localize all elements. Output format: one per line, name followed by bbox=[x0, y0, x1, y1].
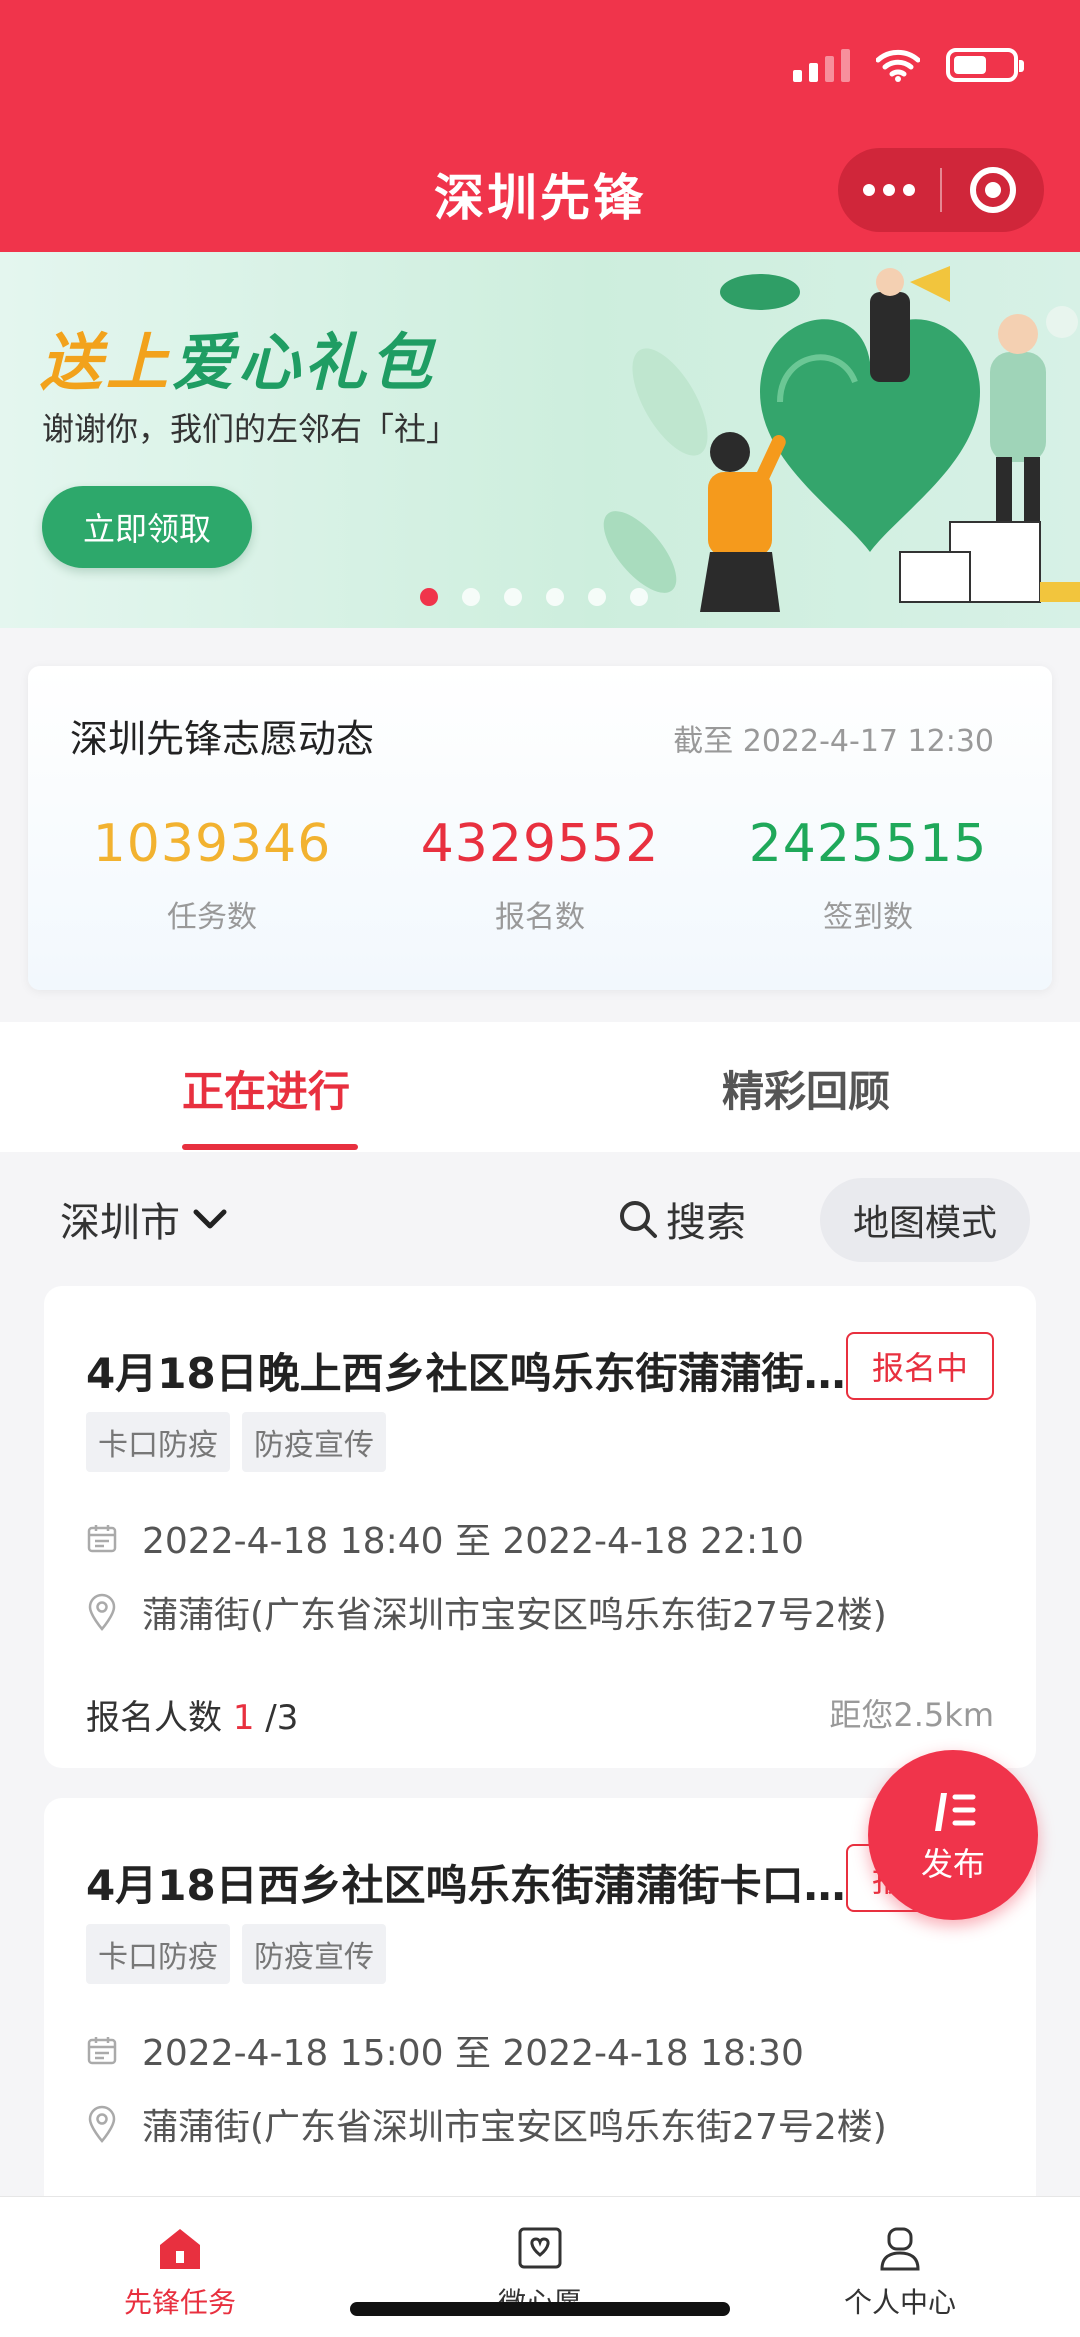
task-time: 2022-4-18 15:00 至 2022-4-18 18:30 bbox=[142, 2033, 804, 2074]
task-card[interactable]: 4月18日晚上西乡社区鸣乐东街蒲蒲街卡口防疫 报名中 卡口防疫 防疫宣传 202… bbox=[44, 1286, 1036, 1768]
tab-review[interactable]: 精彩回顾 bbox=[722, 1058, 890, 1119]
app-header: 深圳先锋 bbox=[0, 0, 1080, 252]
task-address-row: 蒲蒲街(广东省深圳市宝安区鸣乐东街27号2楼) bbox=[86, 2098, 887, 2150]
stat-value: 4329552 bbox=[420, 814, 660, 874]
task-tag: 防疫宣传 bbox=[242, 1924, 386, 1984]
task-tags: 卡口防疫 防疫宣传 bbox=[86, 1924, 386, 1984]
stat-label: 任务数 bbox=[167, 900, 257, 935]
map-mode-button[interactable]: 地图模式 bbox=[820, 1178, 1030, 1262]
close-miniapp-button[interactable] bbox=[942, 148, 1044, 232]
publish-label: 发布 bbox=[920, 1845, 985, 1883]
tab-ongoing[interactable]: 正在进行 bbox=[182, 1058, 350, 1119]
stat-signups: 4329552 报名数 bbox=[390, 814, 690, 936]
volunteer-stats-card: 深圳先锋志愿动态 截至 2022-4-17 12:30 1039346 任务数 … bbox=[28, 666, 1052, 990]
banner-dot[interactable] bbox=[504, 588, 522, 606]
location-pin-icon bbox=[88, 2105, 116, 2143]
edit-list-icon bbox=[935, 1793, 976, 1831]
banner-title: 送上爱心礼包 bbox=[40, 326, 437, 399]
banner-subtitle: 谢谢你，我们的左邻右「社」 bbox=[42, 410, 459, 448]
chevron-down-icon bbox=[193, 1209, 227, 1229]
task-tabs: 正在进行 精彩回顾 bbox=[0, 1022, 1080, 1152]
more-options-icon[interactable] bbox=[838, 148, 940, 232]
signup-count: 报名人数 1 /3 bbox=[86, 1690, 298, 1739]
filter-bar: 深圳市 搜索 地图模式 bbox=[0, 1152, 1080, 1282]
publish-button[interactable]: 发布 bbox=[868, 1750, 1038, 1920]
search-icon bbox=[620, 1201, 657, 1238]
stats-updated-time: 截至 2022-4-17 12:30 bbox=[673, 724, 994, 759]
city-selector[interactable]: 深圳市 bbox=[60, 1190, 228, 1248]
task-tags: 卡口防疫 防疫宣传 bbox=[86, 1412, 386, 1472]
stat-tasks: 1039346 任务数 bbox=[62, 814, 362, 936]
claim-gift-button[interactable]: 立即领取 bbox=[42, 486, 252, 568]
signup-current: 1 bbox=[232, 1698, 255, 1738]
task-title: 4月18日西乡社区鸣乐东街蒲蒲街卡口防疫 bbox=[86, 1861, 866, 1910]
active-tab-indicator bbox=[182, 1144, 358, 1150]
status-badge: 报名中 bbox=[846, 1332, 994, 1400]
nav-item-tasks[interactable]: 先锋任务 bbox=[80, 2225, 280, 2321]
volunteer-heart-illustration bbox=[603, 266, 1080, 612]
banner-dot[interactable] bbox=[420, 588, 438, 606]
stat-label: 报名数 bbox=[495, 900, 585, 935]
banner-dot[interactable] bbox=[630, 588, 648, 606]
task-address-row: 蒲蒲街(广东省深圳市宝安区鸣乐东街27号2楼) bbox=[86, 1586, 887, 1638]
banner-pagination bbox=[420, 588, 648, 606]
task-tag: 卡口防疫 bbox=[86, 1924, 230, 1984]
task-title: 4月18日晚上西乡社区鸣乐东街蒲蒲街卡口防疫 bbox=[86, 1349, 866, 1398]
wish-heart-icon bbox=[518, 2227, 562, 2269]
task-address: 蒲蒲街(广东省深圳市宝安区鸣乐东街27号2楼) bbox=[142, 2107, 887, 2148]
miniapp-capsule bbox=[838, 148, 1044, 232]
task-time-row: 2022-4-18 18:40 至 2022-4-18 22:10 bbox=[86, 1512, 804, 1564]
nav-label: 先锋任务 bbox=[123, 2286, 236, 2319]
promo-banner[interactable]: 送上爱心礼包 谢谢你，我们的左邻右「社」 立即领取 bbox=[0, 252, 1080, 628]
nav-label: 个人中心 bbox=[843, 2286, 956, 2319]
wifi-icon bbox=[876, 49, 920, 82]
task-time: 2022-4-18 18:40 至 2022-4-18 22:10 bbox=[142, 1521, 804, 1562]
task-tag: 防疫宣传 bbox=[242, 1412, 386, 1472]
battery-icon bbox=[946, 48, 1024, 82]
calendar-icon bbox=[87, 1525, 117, 1553]
banner-dot[interactable] bbox=[462, 588, 480, 606]
signup-total: /3 bbox=[265, 1698, 299, 1738]
stat-value: 1039346 bbox=[92, 814, 332, 874]
search-button[interactable]: 搜索 bbox=[618, 1190, 746, 1248]
home-indicator bbox=[350, 2302, 730, 2316]
profile-icon bbox=[880, 2227, 920, 2271]
stat-value: 2425515 bbox=[748, 814, 988, 874]
calendar-icon bbox=[87, 2037, 117, 2065]
stat-label: 签到数 bbox=[823, 900, 913, 935]
target-circle-icon bbox=[970, 167, 1016, 213]
search-label: 搜索 bbox=[666, 1200, 746, 1246]
location-pin-icon bbox=[88, 1593, 116, 1631]
task-tag: 卡口防疫 bbox=[86, 1412, 230, 1472]
signal-icon bbox=[793, 48, 850, 82]
stat-checkins: 2425515 签到数 bbox=[718, 814, 1018, 936]
banner-dot[interactable] bbox=[546, 588, 564, 606]
stats-title: 深圳先锋志愿动态 bbox=[70, 717, 375, 761]
nav-item-profile[interactable]: 个人中心 bbox=[800, 2225, 1000, 2321]
task-distance: 距您2.5km bbox=[829, 1696, 994, 1734]
banner-dot[interactable] bbox=[588, 588, 606, 606]
home-icon bbox=[160, 2229, 200, 2269]
task-address: 蒲蒲街(广东省深圳市宝安区鸣乐东街27号2楼) bbox=[142, 1595, 887, 1636]
task-time-row: 2022-4-18 15:00 至 2022-4-18 18:30 bbox=[86, 2024, 804, 2076]
status-bar bbox=[793, 48, 1024, 82]
city-label: 深圳市 bbox=[60, 1200, 180, 1246]
signup-label: 报名人数 bbox=[86, 1698, 222, 1738]
